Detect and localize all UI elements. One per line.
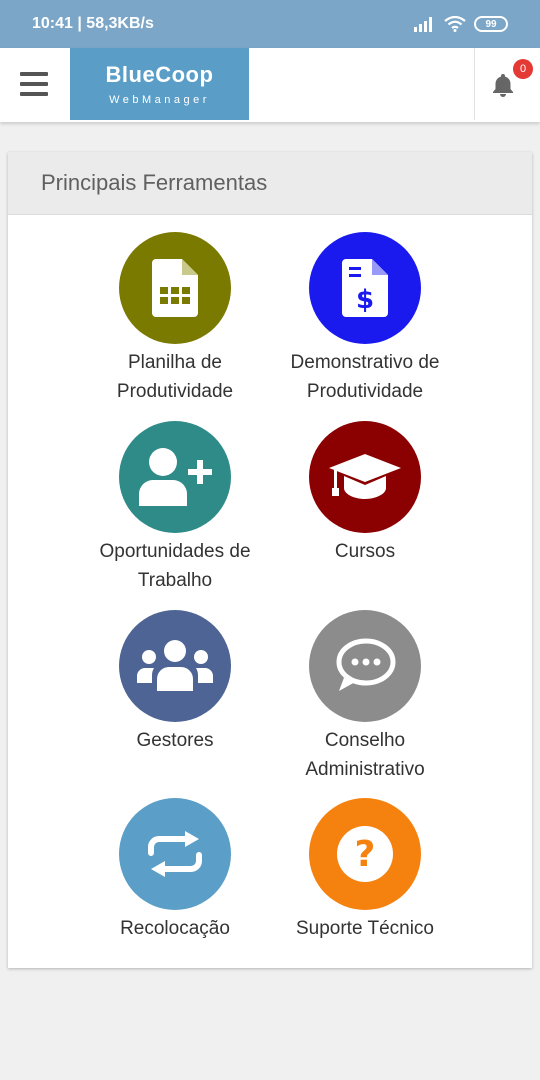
status-icons: 99 (414, 16, 508, 32)
tool-label-line1: Recolocação (120, 918, 230, 939)
status-time-speed: 10:41 | 58,3KB/s (32, 15, 154, 32)
tool-suporte-tecnico[interactable]: ? Suporte Técnico (265, 798, 465, 943)
wifi-icon (444, 16, 466, 32)
tool-demonstrativo-produtividade[interactable]: $ Demonstrativo de Produtividade (265, 232, 465, 406)
signal-icon (414, 17, 432, 32)
brand-title: BlueCoop (105, 62, 214, 87)
spreadsheet-icon (152, 259, 198, 317)
tool-icon-circle (309, 421, 421, 533)
tool-label: Gestores (136, 726, 213, 755)
tool-label-line1: Conselho (324, 730, 406, 751)
tool-label: Cursos (335, 537, 395, 566)
graduation-cap-icon (329, 454, 401, 499)
tool-icon-circle (309, 610, 421, 722)
svg-text:?: ? (355, 834, 376, 875)
tool-label-line1: Planilha de (127, 352, 222, 373)
brand-subtitle: WebManager (109, 94, 210, 106)
chat-bubble-icon (336, 638, 396, 691)
tools-card: Principais Ferramentas Planilha de Produ… (8, 152, 532, 968)
app-header: BlueCoop WebManager 0 (0, 48, 540, 122)
status-bar: 10:41 | 58,3KB/s 99 (0, 0, 540, 48)
tool-label: Recolocação (120, 914, 230, 943)
tool-icon-circle (119, 232, 231, 344)
tool-label-line1: Gestores (136, 730, 214, 751)
invoice-dollar-icon: $ (342, 259, 388, 317)
card-header: Principais Ferramentas (8, 152, 532, 215)
tool-oportunidades-trabalho[interactable]: Oportunidades de Trabalho (75, 421, 275, 595)
tool-label: Planilha de Produtividade (117, 348, 233, 406)
repeat-icon (148, 831, 202, 877)
tool-label-line1: Oportunidades de (99, 541, 251, 562)
battery-icon: 99 (474, 16, 508, 32)
tool-label-line1: Demonstrativo de (290, 352, 440, 373)
tool-conselho-administrativo[interactable]: Conselho Administrativo (265, 610, 465, 784)
tool-label: Oportunidades de Trabalho (99, 537, 250, 595)
tool-label: Demonstrativo de Produtividade (291, 348, 440, 406)
tool-label-line1: Suporte Técnico (295, 918, 434, 939)
hamburger-menu-icon[interactable] (20, 72, 48, 96)
tool-label-line2: Administrativo (305, 759, 425, 780)
tool-recolocacao[interactable]: Recolocação (75, 798, 275, 943)
tool-label: Conselho Administrativo (305, 726, 424, 784)
tool-icon-circle (119, 421, 231, 533)
tool-gestores[interactable]: Gestores (75, 610, 275, 755)
users-group-icon (137, 640, 213, 691)
bell-icon (493, 74, 513, 97)
svg-text:$: $ (356, 285, 374, 315)
notification-badge: 0 (513, 59, 533, 79)
notifications-button[interactable]: 0 (474, 48, 540, 120)
tool-planilha-produtividade[interactable]: Planilha de Produtividade (75, 232, 275, 406)
user-plus-icon (139, 448, 212, 506)
tool-label: Suporte Técnico (296, 914, 434, 943)
brand-logo[interactable]: BlueCoop WebManager (70, 48, 249, 120)
tool-label-line2: Produtividade (306, 381, 424, 402)
tool-label-line2: Trabalho (137, 570, 213, 591)
tool-icon-circle: $ (309, 232, 421, 344)
question-icon: ? (337, 826, 393, 882)
card-title: Principais Ferramentas (41, 170, 268, 195)
tool-cursos[interactable]: Cursos (265, 421, 465, 566)
tool-icon-circle: ? (309, 798, 421, 910)
tool-label-line1: Cursos (334, 541, 396, 562)
tool-icon-circle (119, 798, 231, 910)
tool-label-line2: Produtividade (116, 381, 234, 402)
tool-icon-circle (119, 610, 231, 722)
